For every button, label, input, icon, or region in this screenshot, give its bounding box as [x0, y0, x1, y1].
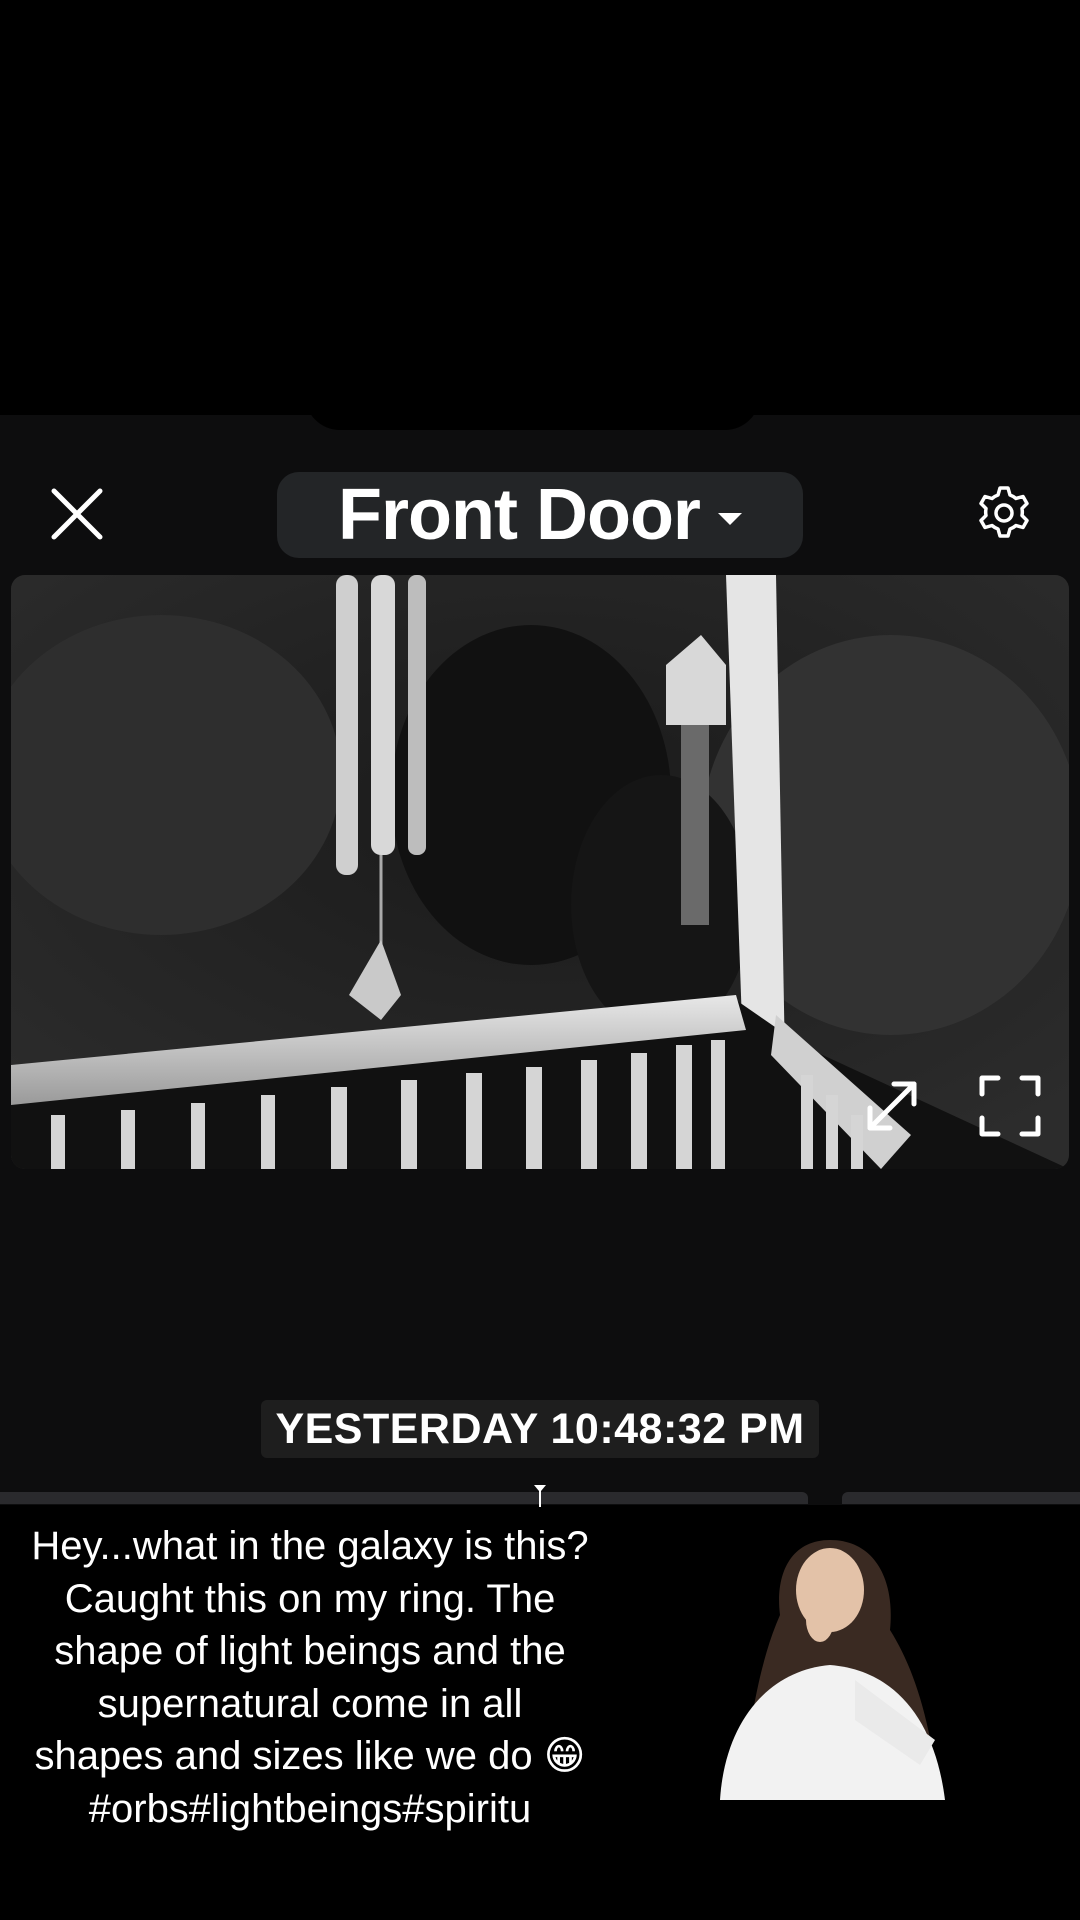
- timeline-segment[interactable]: [0, 1492, 808, 1504]
- expand-diagonal-icon: [867, 1081, 917, 1131]
- expand-button[interactable]: [860, 1074, 924, 1138]
- video-caption: Hey...what in the galaxy is this?Caught …: [31, 1524, 589, 1831]
- page-title: Front Door: [338, 475, 701, 555]
- device-notch: [305, 395, 760, 430]
- close-button[interactable]: [48, 485, 106, 543]
- timeline-segment[interactable]: [842, 1492, 1080, 1504]
- playhead-marker[interactable]: [534, 1485, 546, 1507]
- caret-down-icon: [717, 513, 742, 525]
- event-timestamp: YESTERDAY 10:48:32 PM: [275, 1404, 805, 1453]
- gear-icon: [979, 486, 1029, 538]
- timestamp-badge: YESTERDAY 10:48:32 PM: [261, 1400, 819, 1458]
- close-icon: [51, 488, 103, 540]
- camera-selector[interactable]: Front Door: [277, 472, 803, 558]
- status-area: [0, 0, 1080, 415]
- creator-avatar: [720, 1540, 945, 1800]
- fullscreen-icon: [979, 1075, 1041, 1137]
- settings-button[interactable]: [975, 484, 1033, 542]
- fullscreen-button[interactable]: [978, 1074, 1042, 1138]
